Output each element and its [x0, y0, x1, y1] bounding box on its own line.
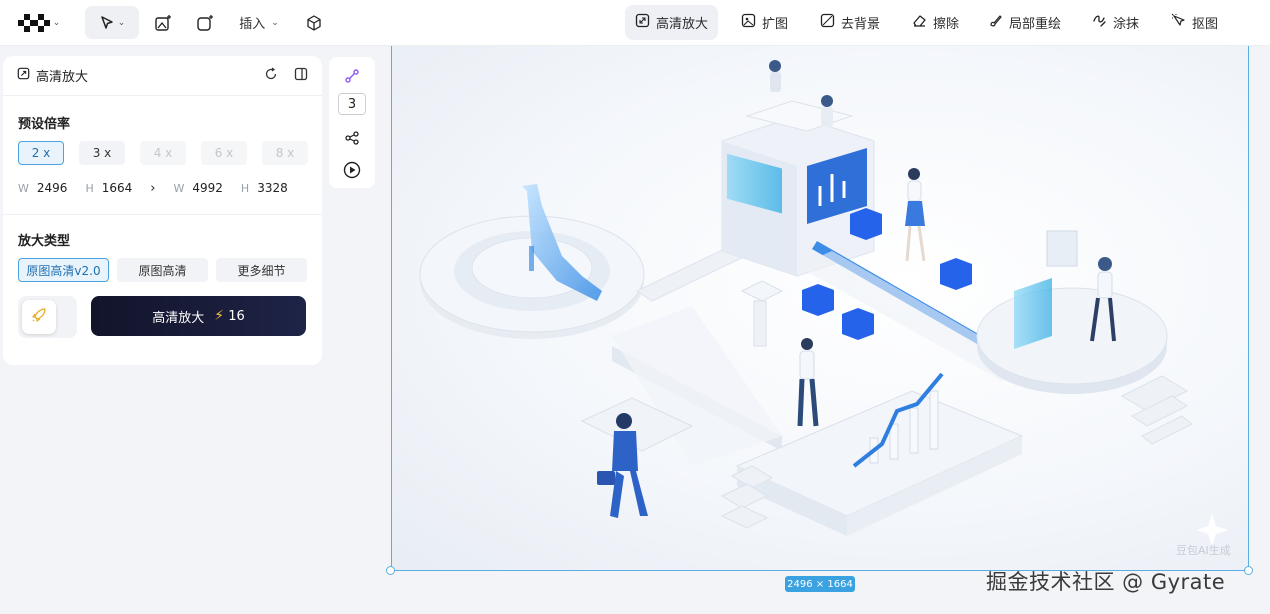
inpaint-brush-icon — [988, 13, 1003, 32]
tool-label: 局部重绘 — [1009, 17, 1062, 32]
add-frame-icon — [196, 14, 214, 32]
resize-handle-bottom-right[interactable] — [1244, 566, 1253, 575]
upscale-type-label: 放大类型 — [18, 234, 71, 249]
panel-title: 高清放大 — [36, 70, 89, 85]
upscale-type-options: 原图高清v2.0 原图高清 更多细节 — [18, 258, 307, 282]
target-height: 3328 — [257, 181, 288, 195]
width-label: W — [173, 181, 185, 195]
variations-button[interactable] — [329, 68, 375, 88]
scale-options: 2 x 3 x 4 x 6 x 8 x — [18, 141, 308, 165]
preset-scale-label: 预设倍率 — [18, 117, 71, 132]
expand-image-icon — [741, 13, 756, 32]
hd-upscale-icon — [17, 67, 30, 84]
ai-image-button[interactable] — [150, 6, 176, 39]
boost-button[interactable] — [22, 300, 56, 334]
target-width: 4992 — [192, 181, 223, 195]
chevron-down-icon: ⌄ — [52, 17, 61, 28]
play-button[interactable] — [329, 161, 375, 183]
ai-generated-watermark: 豆包AI生成 — [1176, 544, 1231, 557]
variant-toolbar: 3 — [329, 57, 375, 188]
type-option-original-hd-v2[interactable]: 原图高清v2.0 — [18, 258, 109, 282]
hd-upscale-submit-button[interactable]: 高清放大 ⚡ 16 — [91, 296, 306, 336]
canvas-image[interactable] — [391, 46, 1249, 571]
tool-label: 擦除 — [933, 17, 960, 32]
app-logo-menu[interactable]: ⌄ — [14, 6, 64, 39]
scale-option-2x[interactable]: 2 x — [18, 141, 64, 165]
tool-inpaint[interactable]: 局部重绘 — [978, 5, 1071, 40]
logo-icon — [17, 13, 50, 32]
height-label: H — [240, 181, 250, 195]
collapse-panel-icon[interactable] — [294, 67, 308, 85]
resize-handle-bottom-left[interactable] — [386, 566, 395, 575]
submit-label: 高清放大 — [152, 310, 205, 326]
ai-image-icon — [154, 14, 172, 32]
cursor-icon — [99, 15, 115, 31]
hd-upscale-icon — [635, 13, 650, 32]
site-watermark: 掘金技术社区 @ Gyrate — [986, 570, 1226, 594]
scale-option-6x: 6 x — [201, 141, 247, 165]
smudge-icon — [1092, 13, 1107, 32]
cutout-icon — [1171, 13, 1186, 32]
width-label: W — [18, 181, 29, 195]
height-label: H — [85, 181, 94, 195]
tool-remove-background[interactable]: 去背景 — [810, 5, 890, 40]
tool-hd-upscale[interactable]: 高清放大 — [625, 5, 719, 40]
image-size-badge: 2496 × 1664 — [785, 576, 855, 592]
boost-toggle[interactable] — [18, 296, 77, 338]
chevron-down-icon: ⌄ — [117, 17, 126, 28]
tool-eraser[interactable]: 擦除 — [902, 5, 969, 40]
hd-upscale-panel: 高清放大 预设倍率 2 x 3 x 4 x 6 x 8 x W 2496 H 1… — [3, 56, 322, 365]
play-icon — [343, 161, 361, 183]
credit-cost-value: 16 — [228, 309, 245, 324]
node-graph-icon — [344, 130, 360, 150]
tool-expand[interactable]: 扩图 — [731, 5, 798, 40]
insert-label: 插入 — [239, 17, 266, 32]
chevron-right-icon: › — [150, 180, 156, 196]
source-height: 1664 — [101, 181, 133, 195]
tool-label: 扩图 — [762, 17, 789, 32]
divider — [3, 214, 322, 215]
tool-label: 高清放大 — [656, 17, 709, 32]
tool-smudge[interactable]: 涂抹 — [1082, 5, 1149, 40]
credit-cost: ⚡ 16 — [214, 308, 245, 324]
remove-background-icon — [820, 13, 835, 32]
reset-icon[interactable] — [264, 67, 278, 85]
node-graph-button[interactable] — [329, 130, 375, 150]
tool-cutout[interactable]: 抠图 — [1161, 5, 1228, 40]
scale-option-4x: 4 x — [140, 141, 186, 165]
3d-model-button[interactable] — [301, 6, 327, 39]
select-tool-button[interactable]: ⌄ — [85, 6, 139, 39]
dimension-readout: W 2496 H 1664 › W 4992 H 3328 — [18, 180, 306, 196]
top-toolbar: ⌄ ⌄ 插入 ⌄ 高清放大 扩图 去背景 擦除 局部重绘 涂抹 抠图 — [0, 0, 1270, 46]
tool-label: 抠图 — [1192, 17, 1219, 32]
source-width: 2496 — [36, 181, 68, 195]
ai-shape-button[interactable] — [192, 6, 218, 39]
scale-option-3x[interactable]: 3 x — [79, 141, 125, 165]
tool-label: 涂抹 — [1113, 17, 1140, 32]
type-option-original-hd[interactable]: 原图高清 — [117, 258, 208, 282]
isometric-illustration — [419, 60, 1228, 546]
panel-header: 高清放大 — [3, 56, 322, 96]
scale-option-8x: 8 x — [262, 141, 308, 165]
variations-icon — [344, 68, 360, 88]
type-option-more-detail[interactable]: 更多细节 — [216, 258, 307, 282]
insert-menu-button[interactable]: 插入 ⌄ — [232, 6, 286, 39]
cube-icon — [305, 14, 323, 32]
tool-label: 去背景 — [841, 17, 881, 32]
lightning-icon: ⚡ — [214, 308, 225, 324]
variant-count[interactable]: 3 — [338, 93, 366, 115]
chevron-down-icon: ⌄ — [271, 17, 279, 28]
rocket-icon — [31, 307, 47, 327]
eraser-icon — [912, 13, 927, 32]
